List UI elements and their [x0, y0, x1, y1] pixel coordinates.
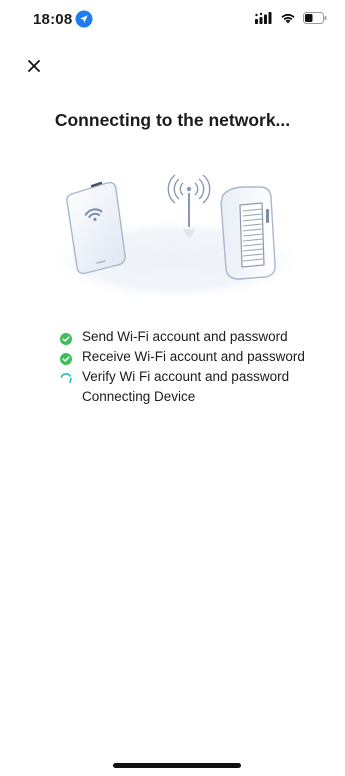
battery-icon: [303, 12, 327, 24]
wifi-icon: [281, 13, 295, 24]
connection-illustration: [47, 174, 303, 302]
connection-steps-list: Send Wi-Fi account and password Receive …: [60, 330, 320, 409]
loading-spinner-icon: [60, 373, 72, 383]
close-button[interactable]: [22, 54, 46, 78]
close-icon: [28, 60, 40, 72]
location-arrow-icon: [75, 10, 93, 28]
check-circle-icon: [60, 353, 72, 365]
home-indicator: [113, 763, 241, 768]
status-bar: 18:08: [0, 0, 345, 44]
step-label: Send Wi-Fi account and password: [82, 329, 288, 344]
cellular-signal-icon: [255, 12, 272, 24]
smartphone-wifi-icon: [66, 181, 126, 275]
router-device-icon: [220, 186, 276, 280]
step-connecting-device: Connecting Device: [60, 390, 320, 404]
check-circle-icon: [60, 333, 72, 345]
status-time: 18:08: [33, 10, 73, 28]
page-title: Connecting to the network...: [54, 110, 291, 130]
step-receive-wifi: Receive Wi-Fi account and password: [60, 350, 320, 365]
step-label: Verify Wi Fi account and password: [82, 369, 290, 384]
step-verify-wifi: Verify Wi Fi account and password: [60, 370, 320, 385]
step-label: Receive Wi-Fi account and password: [82, 349, 305, 364]
step-send-wifi: Send Wi-Fi account and password: [60, 330, 320, 345]
status-icons: [255, 12, 327, 24]
step-label: Connecting Device: [82, 389, 196, 404]
status-time-group: 18:08: [33, 10, 93, 28]
